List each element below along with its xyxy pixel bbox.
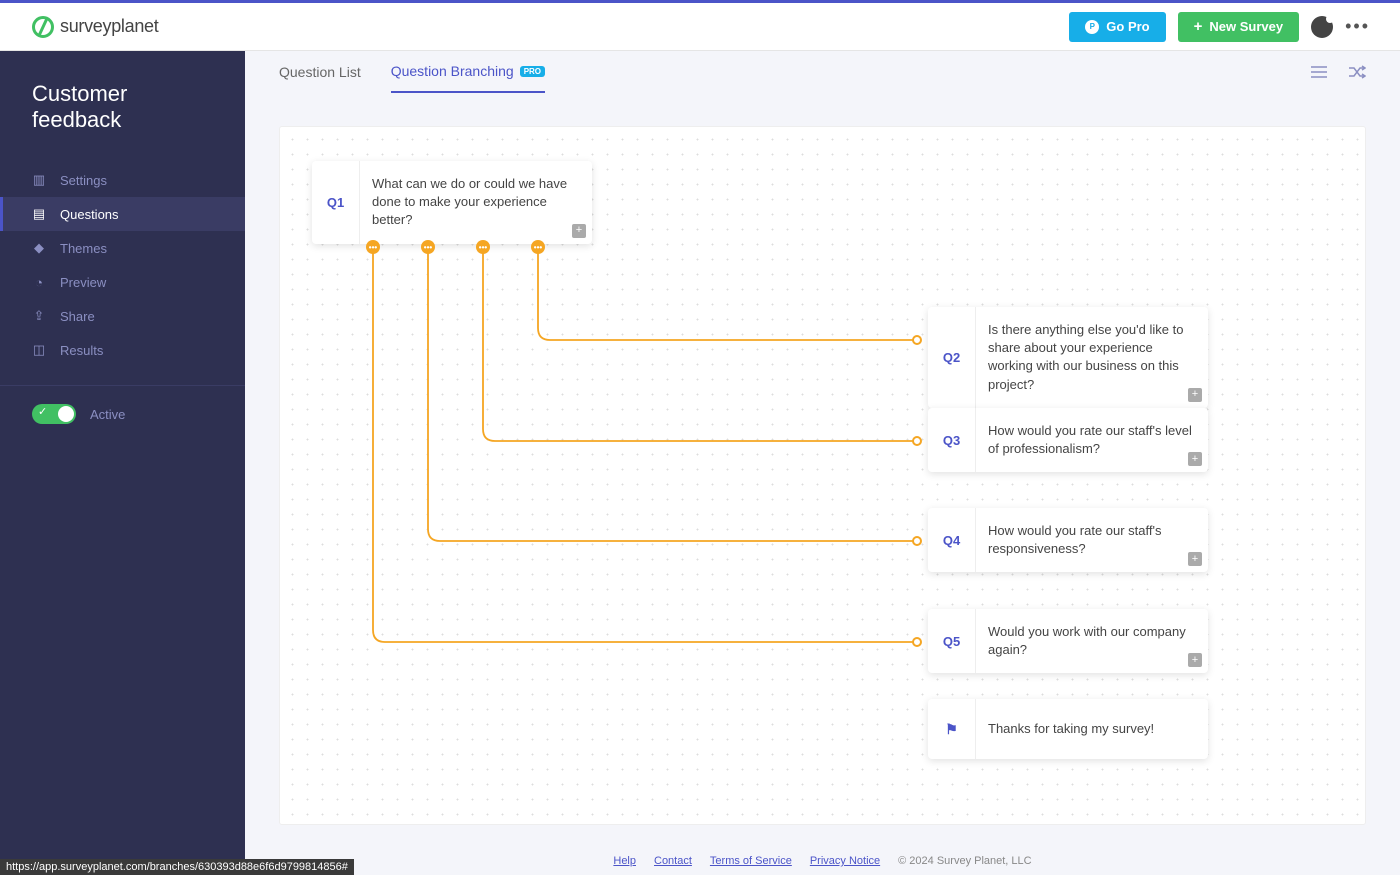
- add-branch-icon[interactable]: +: [1188, 388, 1202, 402]
- branch-endpoint: [912, 536, 922, 546]
- footer: Help Contact Terms of Service Privacy No…: [245, 847, 1400, 875]
- branch-node[interactable]: •••: [421, 240, 435, 254]
- status-bar-url: https://app.surveyplanet.com/branches/63…: [0, 859, 354, 875]
- logo-text: surveyplanet: [60, 16, 158, 37]
- question-text: How would you rate our staff's responsiv…: [976, 508, 1208, 572]
- branch-node[interactable]: •••: [531, 240, 545, 254]
- add-branch-icon[interactable]: +: [1188, 452, 1202, 466]
- main-area: Question List Question Branching PRO: [245, 51, 1400, 875]
- preview-icon: ◔: [32, 275, 46, 289]
- app-header: surveyplanet P Go Pro + New Survey •••: [0, 3, 1400, 51]
- branch-endpoint: [912, 335, 922, 345]
- themes-icon: ◆: [32, 241, 46, 255]
- sidebar-nav: ▥ Settings ▤ Questions ◆ Themes ◔ Preview ⇪ Share…: [0, 163, 245, 367]
- sidebar-item-label: Settings: [60, 173, 107, 188]
- sidebar-item-label: Share: [60, 309, 95, 324]
- question-card-q4[interactable]: Q4 How would you rate our staff's respon…: [928, 508, 1208, 572]
- questions-icon: ▤: [32, 207, 46, 221]
- sidebar-item-results[interactable]: ◫ Results: [0, 333, 245, 367]
- sidebar-item-themes[interactable]: ◆ Themes: [0, 231, 245, 265]
- branch-endpoint: [912, 436, 922, 446]
- sidebar-item-label: Results: [60, 343, 103, 358]
- share-icon: ⇪: [32, 309, 46, 323]
- question-number: Q5: [928, 609, 976, 673]
- sidebar-item-preview[interactable]: ◔ Preview: [0, 265, 245, 299]
- sidebar: Customer feedback ▥ Settings ▤ Questions ◆ Th…: [0, 51, 245, 875]
- tab-bar: Question List Question Branching PRO: [245, 51, 1400, 93]
- sidebar-item-label: Themes: [60, 241, 107, 256]
- sidebar-divider: [0, 385, 245, 386]
- question-text: Is there anything else you'd like to sha…: [976, 307, 1208, 408]
- active-toggle[interactable]: [32, 404, 76, 424]
- pro-icon: P: [1085, 20, 1099, 34]
- tab-question-branching[interactable]: Question Branching PRO: [391, 51, 545, 93]
- branch-endpoint: [912, 637, 922, 647]
- active-toggle-row: Active: [0, 404, 245, 424]
- pro-badge: PRO: [520, 66, 545, 77]
- new-survey-button[interactable]: + New Survey: [1178, 12, 1299, 42]
- footer-terms-link[interactable]: Terms of Service: [710, 855, 792, 867]
- sidebar-item-settings[interactable]: ▥ Settings: [0, 163, 245, 197]
- question-text: Would you work with our company again? +: [976, 609, 1208, 673]
- more-menu-icon[interactable]: •••: [1345, 16, 1370, 37]
- sidebar-item-share[interactable]: ⇪ Share: [0, 299, 245, 333]
- question-card-q2[interactable]: Q2 Is there anything else you'd like to …: [928, 307, 1208, 408]
- logo-mark-icon: [32, 16, 54, 38]
- sidebar-item-label: Preview: [60, 275, 106, 290]
- go-pro-button[interactable]: P Go Pro: [1069, 12, 1165, 42]
- settings-icon: ▥: [32, 173, 46, 187]
- question-card-q3[interactable]: Q3 How would you rate our staff's level …: [928, 408, 1208, 472]
- footer-contact-link[interactable]: Contact: [654, 855, 692, 867]
- branch-node[interactable]: •••: [476, 240, 490, 254]
- survey-title: Customer feedback: [0, 81, 245, 163]
- list-view-icon[interactable]: [1310, 63, 1328, 81]
- question-number: Q2: [928, 307, 976, 408]
- question-text: How would you rate our staff's level of …: [976, 408, 1208, 472]
- brand-logo[interactable]: surveyplanet: [32, 16, 158, 38]
- add-branch-icon[interactable]: +: [572, 224, 586, 238]
- plus-icon: +: [1194, 18, 1203, 35]
- tab-question-list[interactable]: Question List: [279, 51, 361, 93]
- flag-icon: ⚑: [928, 699, 976, 759]
- branch-node[interactable]: •••: [366, 240, 380, 254]
- question-card-q1[interactable]: Q1 What can we do or could we have done …: [312, 161, 592, 244]
- question-number: Q4: [928, 508, 976, 572]
- notifications-icon[interactable]: [1311, 16, 1333, 38]
- active-toggle-label: Active: [90, 407, 125, 422]
- final-text: Thanks for taking my survey!: [976, 699, 1208, 759]
- footer-privacy-link[interactable]: Privacy Notice: [810, 855, 880, 867]
- add-branch-icon[interactable]: +: [1188, 552, 1202, 566]
- sidebar-item-questions[interactable]: ▤ Questions: [0, 197, 245, 231]
- question-text: What can we do or could we have done to …: [360, 161, 592, 244]
- question-card-q5[interactable]: Q5 Would you work with our company again…: [928, 609, 1208, 673]
- final-card[interactable]: ⚑ Thanks for taking my survey!: [928, 699, 1208, 759]
- footer-help-link[interactable]: Help: [613, 855, 636, 867]
- footer-copyright: © 2024 Survey Planet, LLC: [898, 855, 1031, 867]
- sidebar-item-label: Questions: [60, 207, 119, 222]
- results-icon: ◫: [32, 343, 46, 357]
- question-number: Q1: [312, 161, 360, 244]
- question-number: Q3: [928, 408, 976, 472]
- branching-canvas[interactable]: Q1 What can we do or could we have done …: [279, 126, 1366, 825]
- add-branch-icon[interactable]: +: [1188, 653, 1202, 667]
- shuffle-icon[interactable]: [1348, 63, 1366, 81]
